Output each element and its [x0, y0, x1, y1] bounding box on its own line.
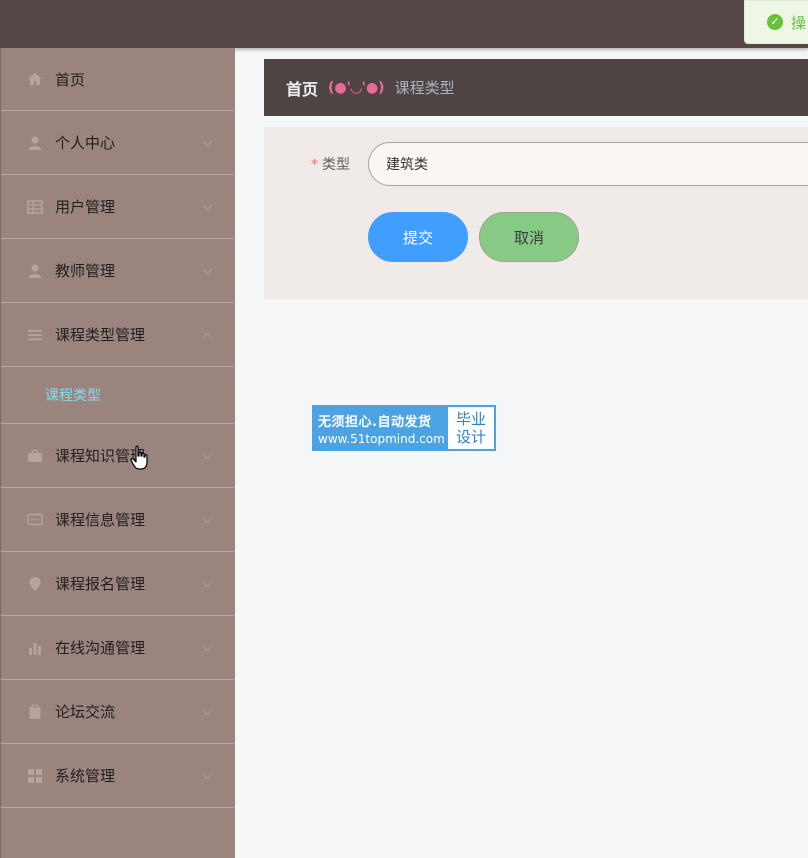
type-input[interactable]: [368, 142, 808, 186]
required-mark: *: [311, 157, 318, 173]
sidebar-item-course-enrollment-management[interactable]: 课程报名管理: [1, 552, 235, 616]
sidebar-item-course-type-management[interactable]: 课程类型管理: [1, 303, 235, 367]
watermark-left: 无须担心.自动发货 www.51topmind.com: [314, 407, 448, 449]
watermark-slogan: 无须担心.自动发货: [318, 414, 432, 430]
sidebar-item-home[interactable]: 首页: [1, 48, 235, 111]
type-label-text: 类型: [322, 157, 350, 173]
sidebar-item-personal-center[interactable]: 个人中心: [1, 111, 235, 175]
location-icon: [27, 576, 43, 592]
success-toast: ✓ 操: [744, 0, 808, 44]
sidebar-subitem-course-type[interactable]: 课程类型: [1, 367, 235, 424]
briefcase-icon: [27, 448, 43, 464]
watermark-logo: 无须担心.自动发货 www.51topmind.com 毕业 设计: [312, 405, 496, 451]
breadcrumb-current: 课程类型: [394, 79, 455, 97]
sidebar-item-label: 课程报名管理: [55, 575, 146, 593]
sidebar-item-label: 课程信息管理: [55, 511, 146, 529]
sidebar-item-teacher-management[interactable]: 教师管理: [1, 239, 235, 303]
teacher-icon: [27, 263, 43, 279]
hand-cursor-icon: [130, 445, 150, 475]
chevron-down-icon: [202, 705, 213, 716]
sidebar-item-label: 在线沟通管理: [55, 639, 146, 657]
watermark-url: www.51topmind.com: [318, 431, 445, 446]
chevron-down-icon: [202, 577, 213, 588]
edit-form: *类型 提交 取消: [264, 127, 808, 299]
home-icon: [27, 71, 43, 87]
toast-text: 操: [791, 13, 807, 32]
sidebar-item-label: 首页: [55, 70, 86, 89]
chevron-down-icon: [202, 513, 213, 524]
sidebar-item-course-knowledge-management[interactable]: 课程知识管理: [1, 424, 235, 488]
message-icon: [27, 512, 43, 528]
sidebar-item-label: 论坛交流: [55, 703, 116, 721]
bar-chart-icon: [27, 640, 43, 656]
sidebar-item-forum[interactable]: 论坛交流: [1, 680, 235, 744]
submit-button[interactable]: 提交: [368, 212, 468, 262]
check-circle-icon: ✓: [767, 14, 783, 30]
chevron-down-icon: [202, 200, 213, 211]
breadcrumb: 首页 (●'◡'●) 课程类型: [264, 59, 808, 116]
watermark-right-line1: 毕业: [455, 410, 486, 428]
user-icon: [27, 135, 43, 151]
chevron-down-icon: [202, 264, 213, 275]
sidebar-item-system-management[interactable]: 系统管理: [1, 744, 235, 808]
apps-icon: [27, 768, 43, 784]
cancel-button[interactable]: 取消: [479, 212, 579, 262]
grid-icon: [27, 199, 43, 215]
clipboard-icon: [27, 704, 43, 720]
breadcrumb-separator: (●'◡'●): [328, 79, 385, 96]
sidebar-item-label: 课程类型管理: [55, 326, 146, 344]
watermark-right-line2: 设计: [455, 428, 486, 446]
sidebar-item-label: 用户管理: [55, 198, 116, 216]
top-bar: [0, 0, 808, 48]
sidebar-item-course-info-management[interactable]: 课程信息管理: [1, 488, 235, 552]
type-label: * 类型: [311, 154, 350, 174]
sidebar-item-online-communication-management[interactable]: 在线沟通管理: [1, 616, 235, 680]
watermark-right: 毕业 设计: [448, 407, 494, 449]
list-icon: [27, 327, 43, 343]
chevron-down-icon: [202, 136, 213, 147]
chevron-down-icon: [202, 641, 213, 652]
sidebar-item-label: 教师管理: [55, 262, 116, 280]
sidebar-item-label: 个人中心: [55, 134, 116, 152]
sidebar-item-label: 系统管理: [55, 767, 116, 785]
sidebar-item-user-management[interactable]: 用户管理: [1, 175, 235, 239]
sidebar-subitem-label: 课程类型: [45, 388, 101, 404]
chevron-up-icon: [202, 332, 213, 343]
breadcrumb-home-link[interactable]: 首页: [286, 76, 318, 100]
chevron-down-icon: [202, 769, 213, 780]
sidebar: 首页 个人中心 用户管理 教师管理 课程类型管理 课程类型 课程知识管理 课程信…: [0, 48, 235, 858]
chevron-down-icon: [202, 449, 213, 460]
